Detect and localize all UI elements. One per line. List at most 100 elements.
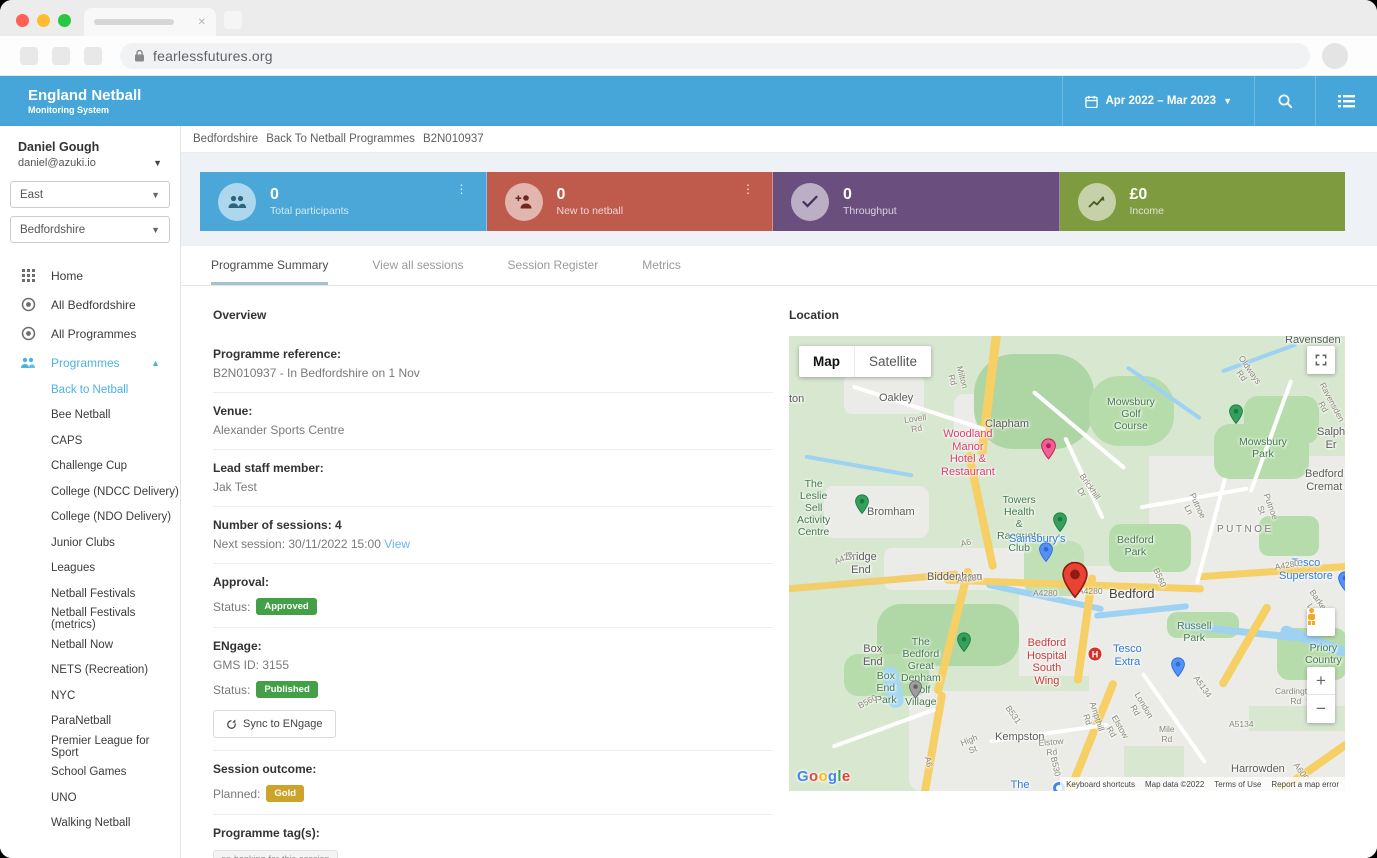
close-window-button[interactable] [16, 14, 29, 27]
sidebar-item-programmes[interactable]: Programmes ▲ [0, 348, 180, 377]
breadcrumb-item[interactable]: Bedfordshire [189, 133, 262, 145]
breadcrumb-item[interactable]: Back To Netball Programmes [262, 133, 419, 145]
search-icon [1277, 93, 1293, 109]
planned-label: Planned: [213, 787, 260, 801]
overview-section: Overview Programme reference: B2N010937 … [213, 308, 773, 858]
sync-to-engage-button[interactable]: Sync to ENgage [213, 710, 336, 738]
map-type-controls: Map Satellite [799, 346, 931, 377]
map-attribution-item[interactable]: Terms of Use [1214, 780, 1261, 789]
pegman-icon [1317, 614, 1325, 630]
sidebar-subitem[interactable]: UNO [0, 785, 180, 811]
sidebar-subitem[interactable]: Bee Netball [0, 403, 180, 429]
back-button[interactable] [20, 47, 38, 65]
sidebar-subitem[interactable]: Leagues [0, 556, 180, 582]
kebab-menu-icon[interactable]: ⋮ [456, 182, 468, 196]
tab[interactable]: Programme Summary [211, 246, 328, 285]
kebab-menu-icon[interactable]: ⋮ [742, 182, 754, 196]
status-label: Status: [213, 683, 250, 697]
map-attribution-item[interactable]: Report a map error [1271, 780, 1339, 789]
field-label: Number of sessions: 4 [213, 518, 773, 532]
map-type-map-button[interactable]: Map [799, 346, 854, 377]
fullscreen-icon [1314, 353, 1328, 367]
fullscreen-button[interactable] [1307, 346, 1335, 374]
region-select[interactable]: East ▼ [10, 181, 170, 208]
map-label: A428 [833, 550, 855, 567]
sidebar-subitem[interactable]: School Games [0, 760, 180, 786]
stat-card-total-participants: 0 Total participants ⋮ [200, 172, 487, 231]
map-shape [804, 454, 913, 477]
programme-tags-row: Programme tag(s): en-banking-for-this-se… [213, 815, 773, 858]
maximize-window-button[interactable] [58, 14, 71, 27]
forward-button[interactable] [52, 47, 70, 65]
sidebar-subitem[interactable]: Netball Now [0, 632, 180, 658]
stat-value: 0 [270, 186, 349, 204]
sidebar-subitem[interactable]: Challenge Cup [0, 454, 180, 480]
location-title: Location [789, 308, 1345, 322]
stat-card-new-to-netball: 0 New to netball ⋮ [487, 172, 774, 231]
pegman-button[interactable] [1307, 608, 1335, 636]
sidebar-subitem[interactable]: Premier League for Sport [0, 734, 180, 760]
tab[interactable]: Session Register [508, 246, 599, 285]
sidebar-item-label: Home [51, 269, 83, 283]
browser-tab[interactable]: ✕ [84, 8, 216, 36]
target-icon [20, 297, 36, 313]
view-session-link[interactable]: View [384, 537, 410, 551]
menu-button[interactable] [1315, 76, 1377, 126]
field-label: Venue: [213, 404, 773, 418]
minimize-window-button[interactable] [37, 14, 50, 27]
sidebar-subitem[interactable]: Walking Netball [0, 811, 180, 837]
sidebar-subitem[interactable]: NYC [0, 683, 180, 709]
map-type-satellite-button[interactable]: Satellite [854, 346, 931, 377]
user-menu[interactable]: Daniel Gough daniel@azuki.io ▼ [0, 126, 180, 173]
close-tab-icon[interactable]: ✕ [198, 17, 206, 28]
next-session-text: Next session: 30/11/2022 15:00 [213, 537, 381, 551]
stat-cards: 0 Total participants ⋮ 0 New to netball … [200, 172, 1345, 231]
tab-title-placeholder [94, 19, 174, 25]
sidebar-subitem[interactable]: Back to Netball [0, 377, 180, 403]
sidebar-subitem[interactable]: NETS (Recreation) [0, 658, 180, 684]
google-map[interactable]: RavensdenOldways RdMilton RdOakleytonLov… [789, 336, 1345, 791]
tab[interactable]: View all sessions [372, 246, 463, 285]
sidebar-item-home[interactable]: Home [0, 261, 180, 290]
sidebar-subitem[interactable]: ParaNetball [0, 709, 180, 735]
sidebar-subitem[interactable]: Netball Festivals [0, 581, 180, 607]
reload-button[interactable] [84, 47, 102, 65]
check-icon [791, 183, 829, 221]
field-value: B2N010937 - In Bedfordshire on 1 Nov [213, 366, 773, 380]
zoom-in-button[interactable]: + [1307, 667, 1335, 695]
google-logo-letter: o [818, 768, 827, 785]
date-range-button[interactable]: Apr 2022 – Mar 2023 ▼ [1062, 76, 1254, 126]
county-select[interactable]: Bedfordshire ▼ [10, 216, 170, 243]
zoom-out-button[interactable]: − [1307, 695, 1335, 723]
date-range-label: Apr 2022 – Mar 2023 [1105, 95, 1216, 107]
map-attribution-item[interactable]: Keyboard shortcuts [1066, 780, 1135, 789]
user-email: daniel@azuki.io [18, 157, 164, 169]
stat-label: Income [1130, 205, 1164, 217]
brand: England Netball Monitoring System [28, 87, 141, 115]
sidebar-item-all-programmes[interactable]: All Programmes [0, 319, 180, 348]
sidebar-subitem[interactable]: Junior Clubs [0, 530, 180, 556]
map-label: Bridge End [845, 551, 877, 576]
search-button[interactable] [1254, 76, 1315, 126]
stat-label: Throughput [843, 205, 897, 217]
browser-profile-avatar[interactable] [1322, 43, 1348, 69]
sidebar-item-all-bedfordshire[interactable]: All Bedfordshire [0, 290, 180, 319]
target-icon [20, 326, 36, 342]
overview-title: Overview [213, 308, 773, 322]
field-value: Jak Test [213, 480, 773, 494]
sidebar-subitem[interactable]: College (NDO Delivery) [0, 505, 180, 531]
address-bar[interactable]: fearlessfutures.org [120, 43, 1310, 69]
stat-label: New to netball [557, 205, 624, 217]
programme-panel: Programme Summary View all sessions Sessio… [181, 246, 1377, 858]
main-content: BedfordshireBack To Netball ProgrammesB2… [181, 126, 1377, 858]
map-attribution-item: Map data ©2022 [1145, 780, 1204, 789]
tab[interactable]: Metrics [642, 246, 681, 285]
sidebar-subitem[interactable]: CAPS [0, 428, 180, 454]
grid-icon [20, 268, 36, 284]
new-tab-button[interactable] [224, 11, 242, 29]
sidebar-subitem[interactable]: College (NDCC Delivery) [0, 479, 180, 505]
map-marker-circ-red-h[interactable]: H [1088, 647, 1103, 662]
sidebar-subitem[interactable]: Netball Festivals (metrics) [0, 607, 180, 633]
stat-label: Total participants [270, 205, 349, 217]
breadcrumb-item[interactable]: B2N010937 [419, 133, 488, 145]
